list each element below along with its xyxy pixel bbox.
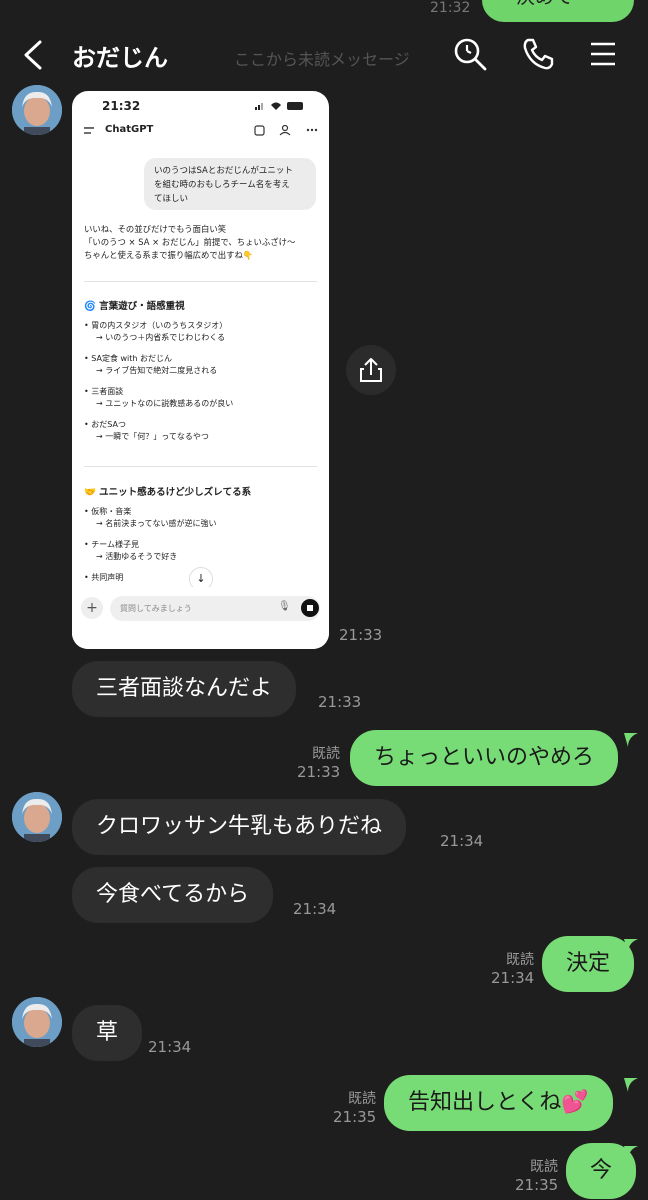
- incoming-message[interactable]: 今食べてるから: [72, 867, 274, 923]
- read-receipt: 既読: [530, 1159, 558, 1175]
- previous-message-text: 決めて: [516, 0, 573, 9]
- bubble-tail: [624, 939, 638, 953]
- mic-icon: 🎙: [278, 601, 291, 612]
- status-icons: [255, 102, 303, 110]
- message-time: 21:34: [148, 1038, 192, 1056]
- incoming-message[interactable]: クロワッサン牛乳もありだね: [72, 799, 407, 855]
- previous-outgoing-bubble[interactable]: 決めて: [482, 0, 634, 22]
- bubble-tail: [624, 1146, 638, 1160]
- status-time: 21:32: [102, 99, 141, 113]
- divider: [84, 466, 317, 467]
- search-icon[interactable]: [452, 36, 488, 72]
- contact-avatar[interactable]: [12, 85, 62, 135]
- avatar-image: [12, 792, 62, 842]
- toolbar-icons: [254, 124, 318, 136]
- read-receipt: 既読: [312, 746, 340, 762]
- phone-icon[interactable]: [520, 36, 556, 72]
- sidebar-icon: [84, 127, 94, 134]
- message-time: 21:34: [293, 900, 337, 918]
- stop-icon: [301, 599, 319, 617]
- message-time: 21:33: [318, 693, 362, 711]
- message-time: 21:35: [515, 1176, 559, 1194]
- message-time: 21:34: [491, 969, 535, 987]
- read-receipt: 既読: [506, 952, 534, 968]
- contact-avatar[interactable]: [12, 792, 62, 842]
- message-time: 21:35: [333, 1108, 377, 1126]
- bubble-tail: [624, 1078, 638, 1092]
- section-heading: 🌀 言葉遊び・語感重視: [84, 301, 185, 312]
- contact-avatar[interactable]: [12, 997, 62, 1047]
- incoming-message[interactable]: 三者面談なんだよ: [72, 661, 297, 717]
- image-message[interactable]: 21:32 ChatGPT いのうつはSAとおだじんがユニット を組む時のおもし…: [72, 91, 329, 649]
- read-receipt: 既読: [348, 1091, 376, 1107]
- outgoing-message[interactable]: 告知出しとくね💕: [384, 1075, 613, 1131]
- plus-icon: +: [81, 597, 103, 619]
- message-time: 21:33: [339, 626, 383, 644]
- divider: [84, 281, 317, 282]
- section-heading: 🤝 ユニット感あるけど少しズレてる系: [84, 487, 252, 498]
- reply-intro: いいね、その並びだけでもう面白い笑 「いのうつ × SA × おだじん」前提で、…: [84, 224, 296, 260]
- share-icon: [360, 358, 382, 382]
- previous-message-time: 21:32: [430, 0, 471, 16]
- outgoing-message[interactable]: 決定: [542, 936, 635, 992]
- message-time: 21:33: [297, 763, 341, 781]
- section-list: • 胃の内スタジオ（いのうちスタジオ） → いのうつ＋内省系でじわじわくる • …: [84, 321, 234, 441]
- avatar-image: [12, 997, 62, 1047]
- back-arrow-icon[interactable]: [18, 38, 52, 72]
- app-title: ChatGPT: [105, 124, 154, 135]
- unread-divider: ここから未読メッセージ: [234, 50, 410, 69]
- outgoing-message[interactable]: ちょっといいのやめろ: [350, 730, 619, 786]
- message-time: 21:34: [440, 832, 484, 850]
- incoming-message[interactable]: 草: [72, 1005, 143, 1061]
- menu-icon[interactable]: [585, 36, 621, 72]
- prompt-placeholder: 質問してみましょう: [120, 604, 192, 613]
- share-button[interactable]: [346, 345, 396, 395]
- avatar-image: [12, 85, 62, 135]
- bubble-tail: [624, 733, 638, 747]
- user-message-text: いのうつはSAとおだじんがユニット を組む時のおもしろチーム名を考え てほしい: [154, 166, 293, 204]
- chat-title: おだじん: [72, 44, 168, 72]
